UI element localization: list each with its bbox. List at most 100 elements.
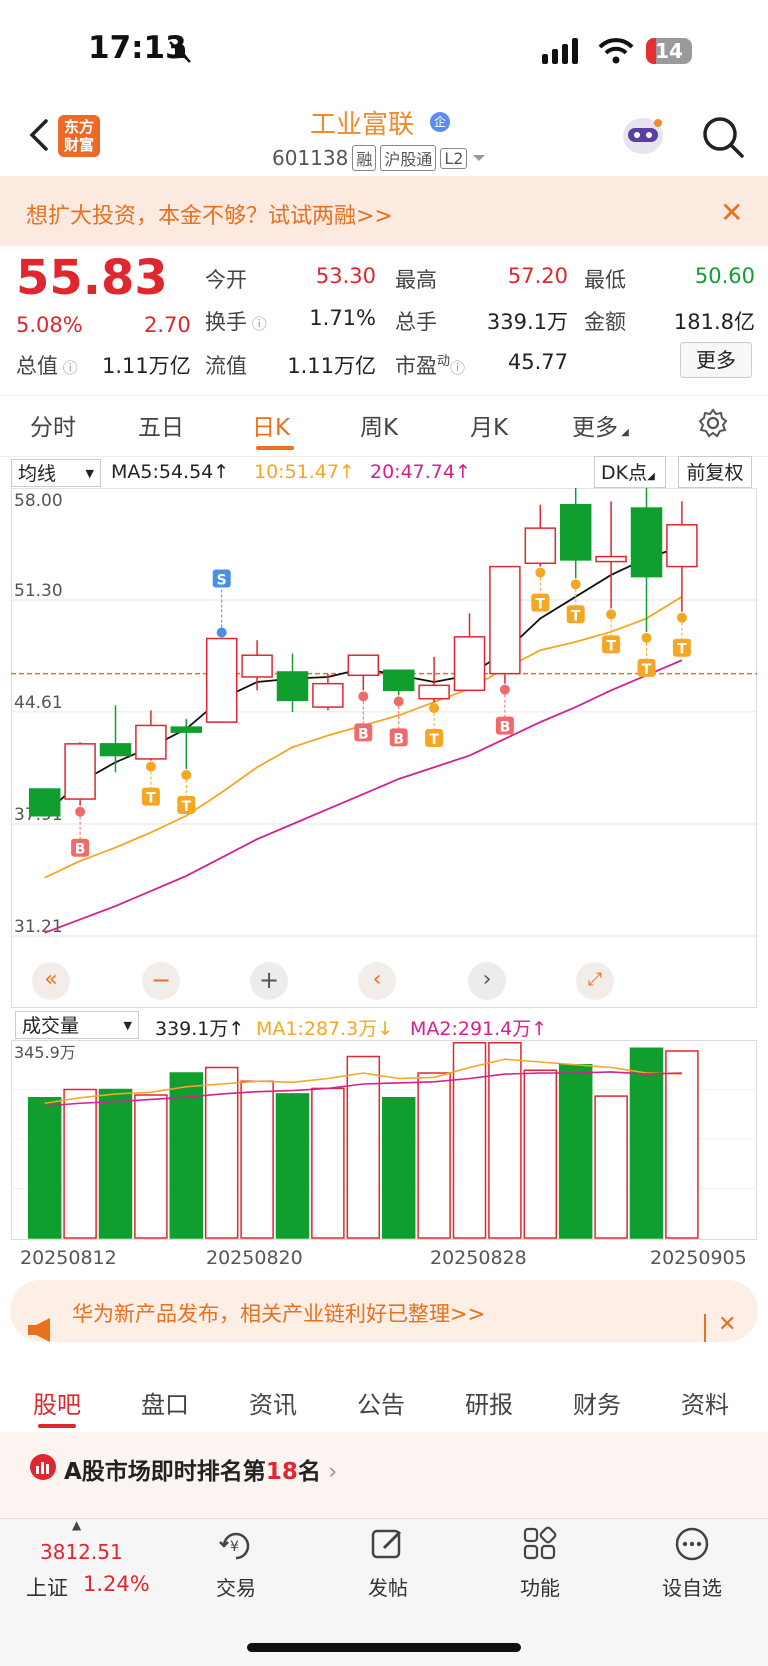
volume-bar [311, 1087, 345, 1239]
zoom-in-icon[interactable]: + [250, 962, 288, 1000]
candle-body [382, 669, 415, 692]
stock-name[interactable]: 工业富联 [310, 104, 414, 141]
tab-daily-k[interactable]: 日K [252, 408, 290, 442]
index-name[interactable]: 上证 [26, 1572, 68, 1602]
volume-ma2-legend: MA2:291.4万↑ [410, 1018, 548, 1040]
tab-weekly-k[interactable]: 周K [360, 408, 398, 442]
change-amount: 2.70 [144, 313, 191, 337]
rank-prefix: A股市场即时排名第 [64, 1459, 266, 1485]
tag-level2: L2 [440, 147, 468, 169]
nav-add-watchlist[interactable]: 设自选 [652, 1572, 732, 1601]
candle-body [489, 565, 521, 675]
stock-code-row[interactable]: 601138 融 沪股通 L2 [272, 145, 487, 171]
signal-label: T [182, 799, 192, 815]
volume-bar [558, 1064, 593, 1239]
volume-select[interactable]: 成交量 ▼ [15, 1011, 139, 1039]
volume-bar [594, 1095, 628, 1239]
volume-bar [417, 1072, 451, 1239]
market-rank[interactable]: A股市场即时排名第18名 › [64, 1452, 337, 1486]
signal-label: B [75, 842, 86, 858]
tab-finance[interactable]: 财务 [573, 1385, 621, 1420]
y-tick-label: 44.61 [14, 693, 63, 713]
more-button[interactable]: 更多 [680, 342, 752, 378]
status-bar: 17:13 14 [0, 0, 768, 100]
more-dots-icon[interactable] [674, 1526, 710, 1562]
post-edit-icon[interactable] [370, 1526, 406, 1562]
candle-body [64, 743, 96, 800]
signal-label: T [642, 662, 652, 678]
signal-icon [542, 38, 578, 64]
home-indicator [247, 1643, 521, 1652]
adjust-button[interactable]: 前复权 [678, 456, 752, 488]
tab-research[interactable]: 研报 [465, 1385, 513, 1420]
zoom-out-icon[interactable]: − [142, 962, 180, 1000]
volume-bar [63, 1088, 97, 1239]
tab-guba[interactable]: 股吧 [33, 1385, 81, 1420]
signal-dot [358, 691, 369, 702]
signal-label: T [606, 638, 616, 654]
tab-pankou[interactable]: 盘口 [141, 1385, 189, 1420]
tab-news[interactable]: 资讯 [249, 1385, 297, 1420]
info-icon[interactable]: ⓘ [450, 359, 465, 377]
x-label-3: 20250905 [650, 1247, 747, 1269]
promo-text[interactable]: 想扩大投资，本金不够？试试两融>> [26, 198, 393, 230]
candle-body [595, 555, 627, 563]
news-text[interactable]: 华为新产品发布，相关产业链利好已整理>> [72, 1298, 485, 1328]
scroll-left-fast-icon[interactable]: « [32, 962, 70, 1000]
candle-body [524, 527, 557, 565]
legend-ma10: 10:51.47↑ [254, 461, 355, 483]
trade-yen-icon[interactable]: ¥ [218, 1528, 254, 1564]
volume-bar [27, 1097, 62, 1239]
divider [704, 1314, 706, 1342]
functions-grid-icon[interactable] [522, 1526, 558, 1562]
signal-label: T [571, 608, 581, 624]
volume-bar [523, 1069, 558, 1239]
scroll-left-icon[interactable]: ‹ [358, 962, 396, 1000]
robot-assistant-icon[interactable] [620, 113, 666, 157]
info-icon[interactable]: ⓘ [247, 315, 267, 333]
high-value: 57.20 [507, 264, 568, 288]
tab-announcement[interactable]: 公告 [357, 1385, 405, 1420]
index-change-pct[interactable]: 1.24% [83, 1572, 150, 1596]
index-value[interactable]: 3812.51 [40, 1540, 123, 1564]
last-price: 55.83 [16, 250, 168, 306]
amount-label: 金额 [584, 310, 626, 334]
candle-body [559, 503, 592, 561]
tab-five-day[interactable]: 五日 [138, 408, 184, 442]
y-tick-label: 51.30 [14, 581, 63, 601]
kline-chart[interactable]: 58.0051.3044.6137.9131.21BTTSBBTBTTTTT [11, 488, 757, 1008]
nav-trade[interactable]: 交易 [196, 1572, 276, 1601]
high-label: 最高 [395, 268, 437, 292]
candle-body [241, 654, 273, 678]
turnover-label: 换手 ⓘ [205, 306, 267, 336]
pe-label-text: 市盈 [395, 354, 437, 378]
close-icon[interactable]: ✕ [720, 196, 743, 229]
volume-value: 339.1万 [486, 310, 568, 334]
dk-point-button[interactable]: DK点◢ [594, 456, 666, 488]
volume-chart[interactable]: 345.9万 [11, 1040, 757, 1240]
signal-label: B [500, 720, 511, 736]
tab-intraday[interactable]: 分时 [30, 408, 76, 442]
search-icon[interactable] [700, 114, 746, 160]
settings-gear-icon[interactable] [698, 408, 728, 438]
float-cap-label: 流值 [205, 354, 247, 378]
tag-margin: 融 [352, 145, 377, 171]
tab-profile[interactable]: 资料 [681, 1385, 729, 1420]
signal-label: T [677, 642, 687, 658]
candle-body [666, 524, 698, 568]
tab-monthly-k[interactable]: 月K [470, 408, 508, 442]
nav-post[interactable]: 发帖 [348, 1572, 428, 1601]
turnover-value: 1.71% [309, 306, 376, 330]
info-icon[interactable]: ⓘ [58, 359, 78, 377]
nav-functions[interactable]: 功能 [500, 1572, 580, 1601]
volume-value-legend: 339.1万↑ [155, 1018, 245, 1040]
volume-ma1-legend: MA1:287.3万↓ [256, 1018, 394, 1040]
fullscreen-icon[interactable]: ⤢ [576, 962, 614, 1000]
scroll-right-icon[interactable]: › [468, 962, 506, 1000]
indicator-select[interactable]: 均线 ▼ [11, 459, 101, 487]
back-icon[interactable] [22, 115, 62, 155]
market-cap-label-text: 总值 [16, 354, 58, 378]
stock-code: 601138 [272, 146, 349, 170]
tab-more[interactable]: 更多 ◢ [572, 408, 629, 442]
close-icon[interactable]: ✕ [718, 1312, 736, 1337]
